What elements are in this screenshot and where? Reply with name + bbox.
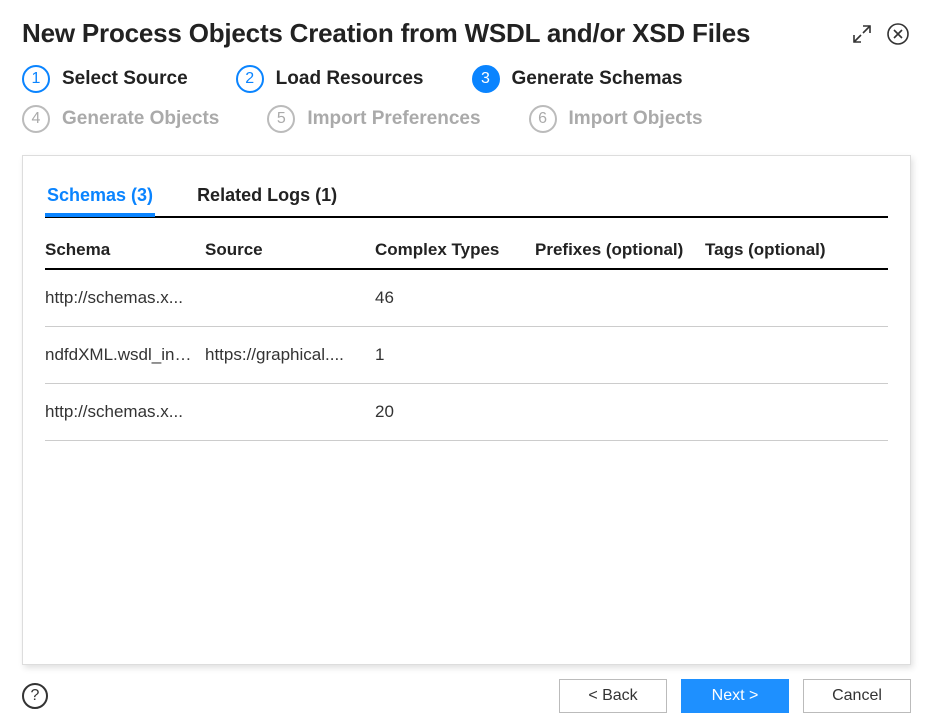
table-row[interactable]: http://schemas.x... 20 xyxy=(45,384,888,441)
step-label: Import Preferences xyxy=(307,108,480,130)
back-button[interactable]: < Back xyxy=(559,679,667,713)
cell-tags xyxy=(705,402,855,422)
footer-buttons: < Back Next > Cancel xyxy=(559,679,911,713)
col-complex: Complex Types xyxy=(375,240,535,260)
expand-icon[interactable] xyxy=(849,21,875,47)
dialog: New Process Objects Creation from WSDL a… xyxy=(0,0,933,727)
cell-source xyxy=(205,288,375,308)
step-label: Select Source xyxy=(62,68,188,90)
next-button[interactable]: Next > xyxy=(681,679,789,713)
close-icon[interactable] xyxy=(885,21,911,47)
schemas-table: Schema Source Complex Types Prefixes (op… xyxy=(45,240,888,441)
cell-prefix xyxy=(535,345,705,365)
title-icons xyxy=(849,21,911,47)
step-label: Import Objects xyxy=(569,108,703,130)
step-label: Generate Schemas xyxy=(512,68,683,90)
tab-schemas[interactable]: Schemas (3) xyxy=(45,179,155,217)
step-number: 1 xyxy=(22,65,50,93)
cell-complex: 46 xyxy=(375,288,535,308)
cell-source xyxy=(205,402,375,422)
table-row[interactable]: http://schemas.x... 46 xyxy=(45,270,888,327)
step-number: 2 xyxy=(236,65,264,93)
titlebar: New Process Objects Creation from WSDL a… xyxy=(0,0,933,59)
cell-source: https://graphical.... xyxy=(205,345,375,365)
tabs: Schemas (3) Related Logs (1) xyxy=(45,178,888,218)
cancel-button[interactable]: Cancel xyxy=(803,679,911,713)
step-load-resources[interactable]: 2 Load Resources xyxy=(236,65,424,93)
wizard-steps: 1 Select Source 2 Load Resources 3 Gener… xyxy=(0,59,933,145)
cell-schema: http://schemas.x... xyxy=(45,402,205,422)
step-label: Generate Objects xyxy=(62,108,219,130)
cell-complex: 20 xyxy=(375,402,535,422)
cell-schema: http://schemas.x... xyxy=(45,288,205,308)
help-icon[interactable]: ? xyxy=(22,683,48,709)
cell-tags xyxy=(705,288,855,308)
step-import-objects: 6 Import Objects xyxy=(529,105,703,133)
step-number: 6 xyxy=(529,105,557,133)
cell-schema: ndfdXML.wsdl_inli... xyxy=(45,345,205,365)
content-panel: Schemas (3) Related Logs (1) Schema Sour… xyxy=(22,155,911,665)
step-import-preferences: 5 Import Preferences xyxy=(267,105,480,133)
dialog-footer: ? < Back Next > Cancel xyxy=(0,665,933,727)
step-select-source[interactable]: 1 Select Source xyxy=(22,65,188,93)
col-tags: Tags (optional) xyxy=(705,240,855,260)
step-generate-schemas[interactable]: 3 Generate Schemas xyxy=(472,65,683,93)
col-source: Source xyxy=(205,240,375,260)
step-label: Load Resources xyxy=(276,68,424,90)
tab-related-logs[interactable]: Related Logs (1) xyxy=(195,179,339,217)
cell-tags xyxy=(705,345,855,365)
table-row[interactable]: ndfdXML.wsdl_inli... https://graphical..… xyxy=(45,327,888,384)
step-number: 4 xyxy=(22,105,50,133)
step-number: 3 xyxy=(472,65,500,93)
dialog-title: New Process Objects Creation from WSDL a… xyxy=(22,18,750,49)
cell-prefix xyxy=(535,288,705,308)
table-header: Schema Source Complex Types Prefixes (op… xyxy=(45,240,888,270)
col-prefix: Prefixes (optional) xyxy=(535,240,705,260)
cell-complex: 1 xyxy=(375,345,535,365)
step-number: 5 xyxy=(267,105,295,133)
col-schema: Schema xyxy=(45,240,205,260)
step-generate-objects: 4 Generate Objects xyxy=(22,105,219,133)
cell-prefix xyxy=(535,402,705,422)
